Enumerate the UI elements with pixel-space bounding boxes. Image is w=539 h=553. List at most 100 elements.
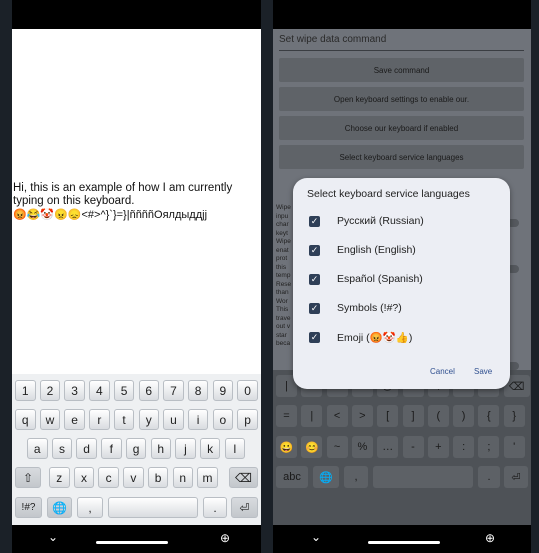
- nav-back-icon[interactable]: ⌄: [311, 530, 321, 544]
- key-a[interactable]: a: [27, 438, 48, 459]
- wipe-command-input[interactable]: Set wipe data command: [279, 34, 524, 51]
- period-key[interactable]: .: [478, 466, 500, 488]
- checkbox-checked-icon[interactable]: ✓: [309, 302, 320, 314]
- key-sym[interactable]: <: [326, 405, 348, 427]
- cancel-button[interactable]: Cancel: [430, 367, 455, 376]
- key-sym[interactable]: …: [377, 436, 399, 458]
- key-l[interactable]: l: [224, 438, 246, 459]
- enter-key-icon[interactable]: ⏎: [231, 497, 258, 518]
- key-b[interactable]: b: [147, 467, 169, 488]
- key-w[interactable]: w: [39, 409, 61, 430]
- key-o[interactable]: o: [212, 409, 234, 430]
- key-3[interactable]: 3: [64, 380, 85, 401]
- globe-key-icon[interactable]: 🌐: [313, 466, 339, 488]
- setting-description-fragment: beca: [276, 340, 291, 347]
- keyboard: 1 2 3 4 5 6 7 8 9 0 q w e r t y u i o p a s d f g h j k l ⇧ z x c v b n m ⌫ !#…: [12, 374, 261, 525]
- option-spanish[interactable]: ✓ Español (Spanish): [309, 270, 423, 288]
- key-sym[interactable]: 😊: [301, 436, 323, 458]
- key-y[interactable]: y: [138, 409, 159, 430]
- shift-key-icon[interactable]: ⇧: [15, 467, 41, 488]
- key-d[interactable]: d: [76, 438, 97, 459]
- save-command-button[interactable]: Save command: [279, 58, 524, 82]
- nav-language-icon[interactable]: ⊕: [485, 531, 495, 545]
- key-v[interactable]: v: [123, 467, 144, 488]
- key-sym[interactable]: (: [427, 405, 449, 427]
- key-sym[interactable]: ): [453, 405, 475, 427]
- key-g[interactable]: g: [125, 438, 147, 459]
- key-sym[interactable]: ~: [326, 436, 348, 458]
- key-q[interactable]: q: [15, 409, 36, 430]
- comma-key[interactable]: ,: [77, 497, 103, 518]
- checkbox-checked-icon[interactable]: ✓: [309, 273, 320, 285]
- setting-description-fragment: inpu: [276, 212, 289, 220]
- key-c[interactable]: c: [98, 467, 119, 488]
- setting-description-fragment: temp: [276, 272, 291, 279]
- save-button[interactable]: Save: [474, 367, 492, 376]
- symbols-key[interactable]: !#?: [15, 497, 42, 518]
- key-h[interactable]: h: [150, 438, 171, 459]
- key-sym[interactable]: >: [351, 405, 373, 427]
- key-i[interactable]: i: [187, 409, 209, 430]
- key-sym[interactable]: %: [351, 436, 373, 458]
- key-p[interactable]: p: [237, 409, 258, 430]
- choose-keyboard-button[interactable]: Choose our keyboard if enabled: [279, 116, 524, 140]
- key-f[interactable]: f: [101, 438, 122, 459]
- key-r[interactable]: r: [89, 409, 110, 430]
- key-n[interactable]: n: [172, 467, 193, 488]
- home-handle[interactable]: [368, 541, 440, 544]
- backspace-key-icon[interactable]: ⌫: [229, 467, 258, 488]
- key-k[interactable]: k: [199, 438, 221, 459]
- key-7[interactable]: 7: [163, 380, 184, 401]
- key-5[interactable]: 5: [113, 380, 135, 401]
- key-s[interactable]: s: [51, 438, 73, 459]
- key-u[interactable]: u: [163, 409, 184, 430]
- setting-description-fragment: Wipe: [276, 238, 291, 245]
- key-sym[interactable]: -: [402, 436, 424, 458]
- comma-key[interactable]: ,: [344, 466, 368, 488]
- option-english[interactable]: ✓ English (English): [309, 241, 416, 259]
- key-6[interactable]: 6: [138, 380, 159, 401]
- key-4[interactable]: 4: [89, 380, 110, 401]
- space-bar[interactable]: [373, 466, 473, 488]
- option-emoji[interactable]: ✓ Emoji (😡🤡👍): [309, 328, 412, 346]
- option-russian[interactable]: ✓ Русский (Russian): [309, 212, 424, 230]
- key-sym[interactable]: :: [453, 436, 475, 458]
- key-sym[interactable]: ': [503, 436, 525, 458]
- space-bar[interactable]: [108, 497, 198, 518]
- period-key[interactable]: .: [203, 497, 227, 518]
- key-0[interactable]: 0: [237, 380, 258, 401]
- key-t[interactable]: t: [113, 409, 135, 430]
- key-sym[interactable]: =: [276, 405, 297, 427]
- key-sym[interactable]: [: [377, 405, 399, 427]
- key-2[interactable]: 2: [39, 380, 61, 401]
- key-z[interactable]: z: [49, 467, 70, 488]
- checkbox-checked-icon[interactable]: ✓: [309, 244, 320, 256]
- abc-key[interactable]: abc: [276, 466, 308, 488]
- setting-description-fragment: keyt: [276, 229, 288, 237]
- key-x[interactable]: x: [73, 467, 95, 488]
- key-sym[interactable]: |: [301, 405, 323, 427]
- key-sym[interactable]: +: [427, 436, 449, 458]
- key-9[interactable]: 9: [212, 380, 234, 401]
- key-sym[interactable]: {: [478, 405, 500, 427]
- key-sym[interactable]: }: [503, 405, 525, 427]
- setting-description-fragment: prot: [276, 255, 288, 262]
- key-1[interactable]: 1: [15, 380, 36, 401]
- open-keyboard-settings-button[interactable]: Open keyboard settings to enable our.: [279, 87, 524, 111]
- home-handle[interactable]: [96, 541, 168, 544]
- key-sym[interactable]: ;: [478, 436, 500, 458]
- key-e[interactable]: e: [64, 409, 85, 430]
- key-sym[interactable]: ]: [402, 405, 424, 427]
- enter-key-icon[interactable]: ⏎: [504, 466, 528, 488]
- nav-language-icon[interactable]: ⊕: [220, 531, 230, 545]
- checkbox-checked-icon[interactable]: ✓: [309, 331, 320, 343]
- checkbox-checked-icon[interactable]: ✓: [309, 215, 320, 227]
- key-j[interactable]: j: [175, 438, 196, 459]
- key-8[interactable]: 8: [187, 380, 209, 401]
- key-sym[interactable]: 😀: [276, 436, 297, 458]
- option-symbols[interactable]: ✓ Symbols (!#?): [309, 299, 402, 317]
- key-m[interactable]: m: [197, 467, 218, 488]
- globe-key-icon[interactable]: 🌐: [47, 497, 72, 518]
- nav-back-icon[interactable]: ⌄: [48, 530, 58, 544]
- select-languages-button[interactable]: Select keyboard service languages: [279, 145, 524, 169]
